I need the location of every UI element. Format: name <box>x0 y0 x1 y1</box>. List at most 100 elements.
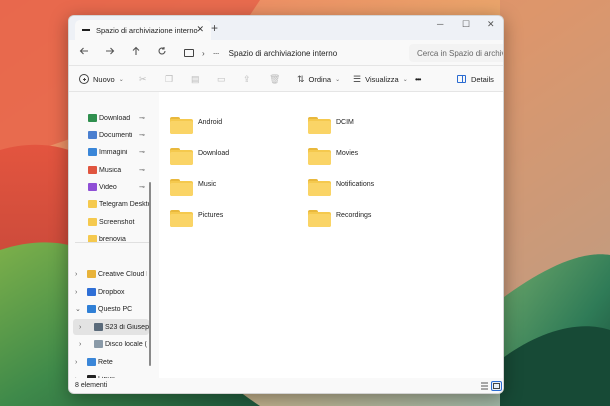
up-button[interactable] <box>131 46 141 59</box>
maximize-button[interactable]: ☐ <box>462 19 470 30</box>
view-label: Visualizza <box>365 74 399 84</box>
drive-icon <box>82 29 90 31</box>
sidebar-location-label: Dropbox <box>98 288 125 296</box>
details-button[interactable]: Details <box>457 66 494 92</box>
sidebar-location[interactable]: › Dropbox <box>69 284 149 300</box>
minimize-button[interactable]: ─ <box>437 19 443 29</box>
chevron-right-icon[interactable]: › <box>79 324 81 331</box>
new-button[interactable]: Nuovo ⌄ <box>79 66 124 92</box>
folder-icon <box>308 116 331 134</box>
refresh-button[interactable] <box>157 46 167 59</box>
close-tab-icon[interactable]: ✕ <box>196 24 204 35</box>
sidebar-location[interactable]: › S23 di Giuseppe <box>73 319 151 335</box>
forward-button[interactable] <box>105 46 115 59</box>
details-pane-icon <box>457 75 466 83</box>
creative-cloud-icon <box>87 270 96 278</box>
sidebar-item-label: Immagini <box>99 148 128 156</box>
more-path-icon[interactable]: ··· <box>213 48 220 58</box>
sidebar-item[interactable]: Musica ⊸ <box>69 162 149 178</box>
pin-icon[interactable]: ⊸ <box>139 166 145 174</box>
sidebar-location[interactable]: ⌄ Questo PC <box>69 301 149 317</box>
sidebar-location-label: Creative Cloud Files <box>98 270 147 278</box>
music-icon <box>88 166 97 174</box>
delete-button[interactable]: 🗑︎ <box>269 66 280 92</box>
add-icon <box>79 74 89 84</box>
pin-icon[interactable]: ⊸ <box>139 114 145 122</box>
sidebar-item[interactable]: Telegram Desktop <box>69 196 149 212</box>
folder-item[interactable]: Download <box>170 145 229 167</box>
sidebar-location[interactable]: › Creative Cloud Files <box>69 266 149 282</box>
pin-icon[interactable]: ⊸ <box>139 183 145 191</box>
address-bar: › ··· Spazio di archiviazione interno Ce… <box>69 40 504 66</box>
file-explorer-window: Spazio di archiviazione interno ✕ + ─ ☐ … <box>68 15 504 394</box>
folder-item[interactable]: Recordings <box>308 207 371 229</box>
sidebar-item[interactable]: Video ⊸ <box>69 179 149 195</box>
sidebar-item-label: Video <box>99 183 117 191</box>
new-tab-button[interactable]: + <box>211 21 218 35</box>
sidebar-location[interactable]: › Disco locale (C:) <box>69 336 149 352</box>
tiles-view-button[interactable] <box>491 381 502 391</box>
sidebar-item-label: Documenti <box>99 131 133 139</box>
pin-icon[interactable]: ⊸ <box>139 131 145 139</box>
chevron-right-icon[interactable]: › <box>75 271 77 278</box>
rename-button[interactable]: ▭ <box>217 66 226 92</box>
pin-icon[interactable]: ⊸ <box>139 148 145 156</box>
copy-button[interactable]: ❐ <box>165 66 173 92</box>
folder-item[interactable]: Pictures <box>170 207 223 229</box>
sort-button[interactable]: ⇅ Ordina ⌄ <box>297 66 340 92</box>
folder-name: Recordings <box>336 211 372 219</box>
search-input[interactable]: Cerca in Spazio di archiviazione interno <box>409 44 504 62</box>
network-icon <box>87 358 96 366</box>
folder-item[interactable]: DCIM <box>308 114 354 136</box>
sidebar-item[interactable]: brenovia <box>69 231 149 247</box>
pictures-icon <box>88 148 97 156</box>
details-view-button[interactable] <box>479 381 490 391</box>
folder-icon <box>308 178 331 196</box>
folder-item[interactable]: Notifications <box>308 176 374 198</box>
sidebar-item-label: Download <box>99 114 131 122</box>
sidebar-location-label: Disco locale (C:) <box>105 340 147 348</box>
sidebar-item[interactable]: Documenti ⊸ <box>69 127 149 143</box>
close-window-button[interactable]: ✕ <box>487 19 495 30</box>
more-options-button[interactable]: ••• <box>415 66 421 92</box>
sidebar-item-label: Telegram Desktop <box>99 200 149 208</box>
chevron-right-icon: › <box>202 48 205 58</box>
folder-item[interactable]: Movies <box>308 145 358 167</box>
folder-item[interactable]: Android <box>170 114 222 136</box>
tab-storage[interactable]: Spazio di archiviazione interno ✕ <box>75 20 211 40</box>
sidebar-item-label: Musica <box>99 166 122 174</box>
search-placeholder: Cerca in Spazio di archiviazione interno <box>417 48 504 58</box>
folder-name: Pictures <box>198 211 224 219</box>
chevron-right-icon[interactable]: › <box>75 289 77 296</box>
current-path: Spazio di archiviazione interno <box>228 48 338 58</box>
rename-icon: ▭ <box>217 73 226 84</box>
monitor-icon <box>184 49 194 57</box>
pc-icon <box>87 305 96 313</box>
chevron-down-icon[interactable]: ⌄ <box>75 305 81 313</box>
sidebar-item[interactable]: Download ⊸ <box>69 110 149 126</box>
back-button[interactable] <box>79 46 89 59</box>
chevron-down-icon: ⌄ <box>118 76 124 83</box>
share-button[interactable]: ⇪ <box>243 66 251 92</box>
sidebar-divider <box>75 242 149 243</box>
address-path[interactable]: › ··· Spazio di archiviazione interno <box>181 44 407 62</box>
sidebar-item[interactable]: Screenshot <box>69 214 149 230</box>
share-icon: ⇪ <box>243 73 251 84</box>
chevron-right-icon[interactable]: › <box>79 341 81 348</box>
trash-icon: 🗑︎ <box>269 73 281 84</box>
paste-button[interactable]: ▤ <box>191 66 200 92</box>
arrow-up-icon <box>132 46 140 55</box>
sidebar-location-label: S23 di Giuseppe <box>105 323 151 331</box>
folder-icon <box>308 147 331 165</box>
chevron-right-icon[interactable]: › <box>75 359 77 366</box>
cut-button[interactable]: ✂ <box>139 66 147 92</box>
sidebar-location[interactable]: › Rete <box>69 354 149 370</box>
view-button[interactable]: ☰ Visualizza ⌄ <box>353 66 408 92</box>
phone-icon <box>94 323 103 331</box>
sidebar-item[interactable]: Immagini ⊸ <box>69 144 149 160</box>
folder-name: DCIM <box>336 118 354 126</box>
folder-item[interactable]: Music <box>170 176 216 198</box>
sidebar-scrollbar[interactable] <box>149 182 151 366</box>
folder-icon <box>170 209 193 227</box>
navigation-pane: Download ⊸ Documenti ⊸ Immagini ⊸ Musica ⊸ Video… <box>69 92 157 383</box>
